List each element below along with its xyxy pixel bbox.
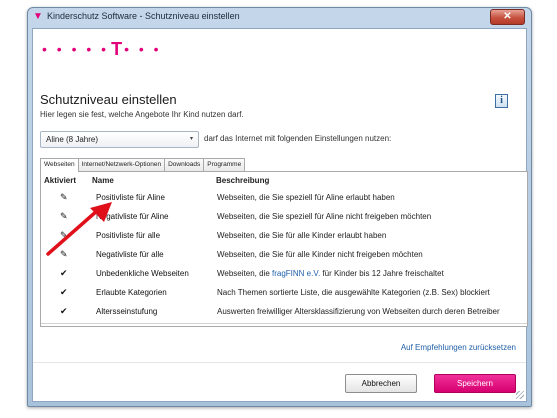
table-row[interactable]: ✔ Erlaubte Kategorien Nach Themen sortie… (41, 285, 527, 303)
row-name: Unbedenkliche Webseiten (96, 269, 189, 278)
save-button[interactable]: Speichern (434, 374, 516, 393)
red-annotation-arrow-icon (46, 202, 112, 256)
dialog-window: ▼ Kinderschutz Software - Schutzniveau e… (27, 7, 532, 407)
telekom-logo: • • • • • T • • • (42, 39, 162, 59)
restore-recommendations-link[interactable]: Auf Empfehlungen zurücksetzen (401, 343, 516, 352)
tab-webseiten[interactable]: Webseiten (40, 158, 79, 172)
column-header-name: Name (92, 176, 114, 185)
row-description: Nach Themen sortierte Liste, die ausgewä… (217, 288, 490, 297)
row-name: Altersseinstufung (96, 307, 158, 316)
page-subtitle: Hier legen sie fest, welche Angebote Ihr… (40, 110, 244, 119)
checkmark-icon[interactable]: ✔ (60, 287, 68, 298)
table-row[interactable]: ✔ Altersseinstufung Auswerten freiwillig… (41, 304, 527, 322)
row-description: Webseiten, die Sie speziell für Aline er… (217, 193, 395, 202)
row-name: Erlaubte Kategorien (96, 288, 167, 297)
close-button[interactable]: ✕ (490, 9, 525, 25)
tab-programme[interactable]: Programme (203, 158, 246, 171)
tab-downloads[interactable]: Downloads (164, 158, 205, 171)
app-icon: ▼ (33, 11, 43, 22)
filter-table: Aktiviert Name Beschreibung ✎ Positivlis… (40, 171, 528, 327)
fragfinn-link[interactable]: fragFINN e.V. (272, 269, 320, 278)
title-bar[interactable]: ▼ Kinderschutz Software - Schutzniveau e… (28, 8, 531, 26)
tab-bar: Webseiten Internet/Netzwerk-Optionen Dow… (40, 158, 246, 172)
page-title: Schutzniveau einstellen (40, 92, 177, 107)
row-description: Webseiten, die fragFINN e.V. für Kinder … (217, 269, 444, 278)
footer-divider (33, 362, 526, 363)
dialog-content: • • • • • T • • • Schutzniveau einstelle… (32, 28, 528, 402)
checkmark-icon[interactable]: ✔ (60, 306, 68, 317)
row-description: Auswerten freiwilliger Altersklassifizie… (217, 307, 500, 316)
info-icon[interactable]: i (495, 94, 508, 108)
profile-description: darf das Internet mit folgenden Einstell… (204, 134, 392, 143)
tab-internet-netzwerk-optionen[interactable]: Internet/Netzwerk-Optionen (77, 158, 166, 171)
checkmark-icon[interactable]: ✔ (60, 268, 68, 279)
column-header-description: Beschreibung (216, 176, 270, 185)
row-description: Webseiten, die Sie speziell für Aline ni… (217, 212, 432, 221)
chevron-down-icon: ▾ (189, 136, 193, 142)
child-profile-select[interactable]: Aline (8 Jahre) ▾ (40, 131, 199, 148)
row-description: Webseiten, die Sie für alle Kinder nicht… (217, 250, 423, 259)
cancel-button[interactable]: Abbrechen (345, 374, 417, 393)
window-title: Kinderschutz Software - Schutzniveau ein… (47, 11, 240, 21)
resize-grip-icon[interactable] (516, 391, 524, 399)
column-header-active: Aktiviert (44, 176, 77, 185)
row-description: Webseiten, die Sie für alle Kinder erlau… (217, 231, 387, 240)
child-profile-value: Aline (8 Jahre) (46, 135, 99, 144)
table-row[interactable]: ✔ Unbedenkliche Webseiten Webseiten, die… (41, 266, 527, 284)
